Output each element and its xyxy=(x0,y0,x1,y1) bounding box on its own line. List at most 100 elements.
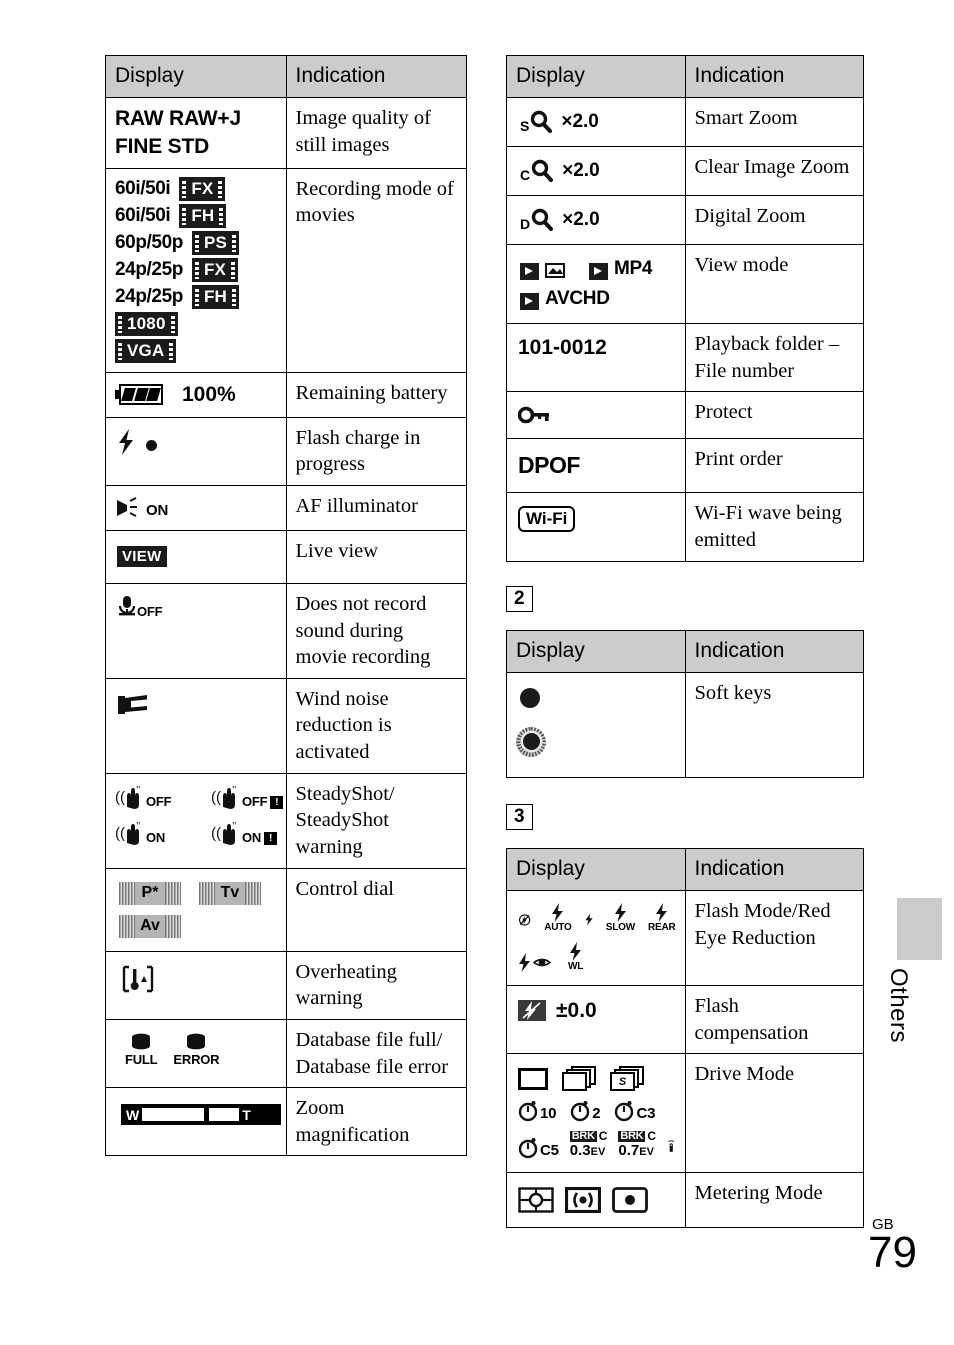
display-cell-steadyshot: ((" OFF ((" OFF ! ((" ON ((" ON ! xyxy=(105,772,287,869)
movie-mode-item: 60i/50i FH xyxy=(115,203,277,230)
flash-fill-icon xyxy=(585,913,593,926)
display-cell-flash-compensation: ±0.0 xyxy=(506,984,686,1055)
table-row: P* Tv Av Control dial xyxy=(105,867,467,952)
display-cell-view-mode: MP4 AVCHD xyxy=(506,244,686,325)
bracket-box-label: BRK xyxy=(618,1129,646,1143)
display-cell-flash-charge xyxy=(105,416,287,486)
indication-clear-image-zoom: Clear Image Zoom xyxy=(684,146,864,197)
side-tab-label: Others xyxy=(885,968,912,1044)
svg-text:": " xyxy=(136,785,141,796)
movie-mode-item: 60p/50p PS xyxy=(115,230,277,257)
battery-percent-label: 100% xyxy=(182,382,236,406)
self-timer-icon: 10 xyxy=(518,1100,557,1123)
indication-digital-zoom: Digital Zoom xyxy=(684,195,864,246)
flash-rear-icon: REAR xyxy=(648,902,676,933)
view-mode-still-icon xyxy=(520,262,567,281)
indication-wifi: Wi-Fi wave being emitted xyxy=(684,492,864,562)
indication-image-quality: Image quality of still images xyxy=(285,97,467,169)
display-cell-movie-modes: 60i/50i FX 60i/50i FH 60p/50p PS 24p/25p… xyxy=(105,167,287,373)
self-timer-label: 10 xyxy=(540,1105,557,1123)
display-cell-protect xyxy=(506,391,686,440)
right-indicator-table-3: Display Indication AUTO SLOW REAR WL Fla… xyxy=(506,847,864,1228)
control-dial-badge: P* xyxy=(119,881,181,905)
metering-multi-icon xyxy=(518,1186,554,1213)
svg-text:": " xyxy=(232,785,237,796)
table-row: RAW RAW+J FINE STD Image quality of stil… xyxy=(105,97,467,169)
table-row: ±0.0 Flash compensation xyxy=(506,984,864,1055)
table-row: Protect xyxy=(506,391,864,440)
database-state-label: FULL xyxy=(125,1051,158,1067)
table-header-row: Display Indication xyxy=(506,847,864,891)
column-header-indication: Indication xyxy=(684,54,864,99)
display-cell-drive-mode: S 10 2 C3 C5 BRK C 0.3EV BRK C 0.7EV xyxy=(506,1053,686,1173)
protect-key-icon xyxy=(518,407,549,424)
column-header-display: Display xyxy=(105,54,287,99)
table-row: Metering Mode xyxy=(506,1171,864,1228)
indication-zoom-magnification: Zoom magnification xyxy=(285,1087,467,1157)
indication-database: Database file full/ Database file error xyxy=(285,1018,467,1089)
metering-spot-icon xyxy=(612,1186,648,1213)
mic-off-label: OFF xyxy=(137,603,163,619)
movie-rate-label: 60i/50i xyxy=(115,178,171,200)
self-timer-icon: C5 xyxy=(518,1137,559,1159)
right-indicator-table-2: Display Indication Soft keys xyxy=(506,629,864,778)
table-row: AUTO SLOW REAR WL Flash Mode/Red Eye Red… xyxy=(506,889,864,986)
control-dial-badge: Tv xyxy=(199,881,261,905)
zoom-factor-label: ×2.0 xyxy=(562,160,600,182)
database-state-label: ERROR xyxy=(173,1051,220,1067)
indication-protect: Protect xyxy=(684,391,864,440)
movie-rate-label: 24p/25p xyxy=(115,286,183,308)
column-header-indication: Indication xyxy=(684,847,864,891)
flash-mode-label: SLOW xyxy=(605,921,635,933)
indication-smart-zoom: Smart Zoom xyxy=(684,97,864,148)
table-header-row: Display Indication xyxy=(506,629,864,673)
warning-badge-icon: ! xyxy=(270,795,284,809)
film-badge-icon: FH xyxy=(191,285,240,310)
column-header-display: Display xyxy=(506,629,686,673)
self-timer-icon: C3 xyxy=(614,1100,655,1122)
table-header-row: Display Indication xyxy=(105,54,467,99)
drive-continuous-icon xyxy=(562,1066,596,1092)
soft-key-dot-icon xyxy=(520,687,540,708)
indication-soft-keys: Soft keys xyxy=(684,671,864,778)
indication-drive-mode: Drive Mode xyxy=(684,1053,864,1173)
table-row: DPOF Print order xyxy=(506,438,864,494)
wind-noise-icon xyxy=(118,694,147,714)
quality-line-2: FINE STD xyxy=(115,134,210,158)
drive-speed-priority-icon: S xyxy=(610,1066,644,1092)
movie-mode-item: 24p/25p FH xyxy=(115,284,277,311)
display-cell-flash-modes: AUTO SLOW REAR WL xyxy=(506,889,686,986)
control-dial-badge: Av xyxy=(119,914,181,938)
table-row: VIEW Live view xyxy=(105,529,467,584)
self-timer-icon: 2 xyxy=(570,1100,601,1122)
table-row: S 10 2 C3 C5 BRK C 0.3EV BRK C 0.7EV Dri… xyxy=(506,1053,864,1173)
zoom-tele-label: T xyxy=(242,1106,251,1123)
database-error-icon: ERROR xyxy=(173,1033,220,1067)
display-cell-image-quality: RAW RAW+J FINE STD xyxy=(105,97,287,169)
display-cell-battery: 100% xyxy=(105,371,287,418)
display-cell-zoom-bar: W T xyxy=(105,1087,287,1157)
metering-center-icon xyxy=(565,1186,601,1213)
indication-mic-off: Does not record sound during movie recor… xyxy=(285,582,467,679)
indication-print-order: Print order xyxy=(684,438,864,494)
side-tab-marker xyxy=(897,898,942,960)
left-indicator-table: Display Indication RAW RAW+J FINE STD Im… xyxy=(105,54,467,1157)
self-timer-label: C3 xyxy=(636,1105,656,1123)
table-row: 60i/50i FX 60i/50i FH 60p/50p PS 24p/25p… xyxy=(105,167,467,373)
table-row: MP4 AVCHD View mode xyxy=(506,244,864,325)
svg-text:((: (( xyxy=(211,789,221,806)
indication-folder-file: Playback folder – File number xyxy=(684,323,864,393)
flash-off-icon xyxy=(518,914,531,926)
svg-text:((: (( xyxy=(115,825,125,842)
film-badge-icon: 1080 xyxy=(115,312,178,337)
warning-badge-icon: ! xyxy=(264,831,278,845)
folder-file-number: 101-0012 xyxy=(518,336,607,360)
display-cell-digital-zoom: D ×2.0 xyxy=(506,195,686,246)
indication-battery: Remaining battery xyxy=(285,371,467,418)
steadyshot-state-label: OFF xyxy=(146,793,172,809)
zoom-factor-label: ×2.0 xyxy=(561,111,599,133)
column-header-display: Display xyxy=(506,847,686,891)
live-view-badge-icon: VIEW xyxy=(117,545,167,567)
display-cell-metering-mode xyxy=(506,1171,686,1228)
table-row: OFF Does not record sound during movie r… xyxy=(105,582,467,679)
